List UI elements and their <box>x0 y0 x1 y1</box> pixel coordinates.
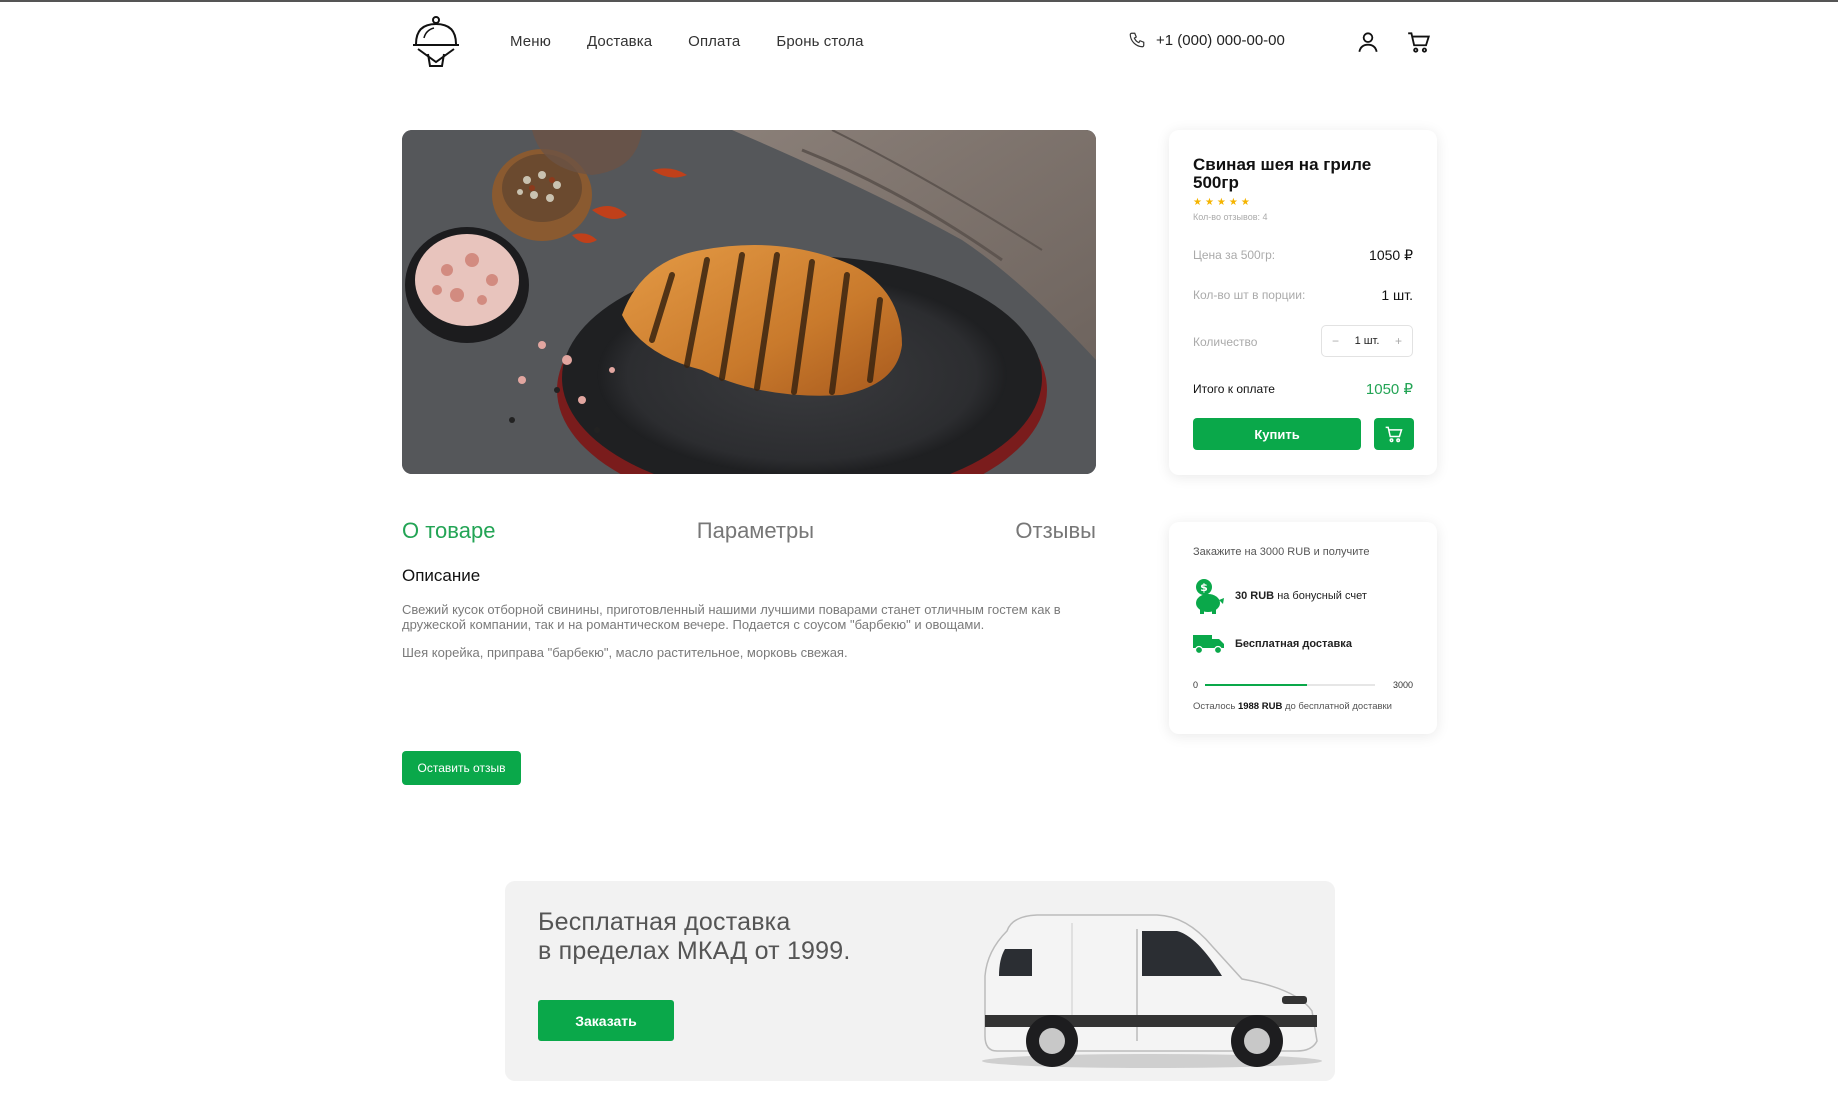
nav-payment[interactable]: Оплата <box>688 33 740 50</box>
nav-table-booking[interactable]: Бронь стола <box>776 33 863 50</box>
truck-icon <box>1193 635 1224 655</box>
cart-icon[interactable] <box>1406 29 1432 55</box>
progress-min: 0 <box>1193 680 1199 690</box>
bonus-points-row: $ 30 RUB на бонусный счет <box>1193 578 1367 614</box>
progress-bar <box>1205 684 1375 686</box>
nav-delivery[interactable]: Доставка <box>587 33 652 50</box>
quantity-value: 1 шт. <box>1354 335 1380 347</box>
portion-label: Кол-во шт в порции: <box>1193 288 1306 302</box>
cart-icon <box>1385 426 1403 443</box>
remaining-text: Осталось 1988 RUB до бесплатной доставки <box>1193 701 1392 712</box>
description-text: Свежий кусок отборной свинины, приготовл… <box>402 602 1061 632</box>
phone-link[interactable]: +1 (000) 000-00-00 <box>1128 31 1285 49</box>
phone-icon <box>1129 32 1145 48</box>
phone-number: +1 (000) 000-00-00 <box>1156 31 1285 49</box>
main-nav: Меню Доставка Оплата Бронь стола <box>510 33 900 50</box>
bonus-heading: Закажите на 3000 RUB и получите <box>1193 546 1370 558</box>
tab-reviews[interactable]: Отзывы <box>1015 518 1096 544</box>
banner-line-1: Бесплатная доставка <box>538 908 791 936</box>
bonus-card: Закажите на 3000 RUB и получите $ 30 RUB… <box>1169 522 1437 734</box>
tab-about[interactable]: О товаре <box>402 518 495 544</box>
buy-button[interactable]: Купить <box>1193 418 1361 450</box>
quantity-minus-button[interactable]: − <box>1332 334 1339 348</box>
product-title: Свиная шея на гриле 500гр <box>1193 155 1372 192</box>
delivery-banner: Бесплатная доставка в пределах МКАД от 1… <box>505 881 1335 1081</box>
product-photo <box>402 130 1096 474</box>
total-value: 1050 ₽ <box>1365 381 1413 398</box>
user-icon[interactable] <box>1355 29 1381 55</box>
banner-line-2: в пределах МКАД от 1999. <box>538 937 851 965</box>
remaining-amount: 1988 RUB <box>1237 701 1283 712</box>
top-border <box>0 0 1838 2</box>
reviews-count: Кол-во отзывов: 4 <box>1193 212 1268 222</box>
buy-card: Свиная шея на гриле 500гр ★★★★★ Кол-во о… <box>1169 130 1437 475</box>
product-tabs: О товаре Параметры Отзывы <box>402 518 1096 544</box>
quantity-label: Количество <box>1193 335 1258 349</box>
total-label: Итого к оплате <box>1193 382 1275 396</box>
remaining-suffix: до бесплатной доставки <box>1284 701 1392 712</box>
piggy-bank-icon: $ <box>1196 579 1224 614</box>
portion-value: 1 шт. <box>1381 287 1413 303</box>
free-delivery-text: Бесплатная доставка <box>1235 638 1352 650</box>
bonus-text: на бонусный счет <box>1277 590 1367 602</box>
free-delivery-row: Бесплатная доставка <box>1193 633 1352 655</box>
remaining-prefix: Осталось <box>1193 701 1236 712</box>
nav-menu[interactable]: Меню <box>510 33 551 50</box>
ingredients-text: Шея корейка, приправа "барбекю", масло р… <box>402 645 848 660</box>
order-button[interactable]: Заказать <box>538 1000 674 1041</box>
quantity-stepper: − 1 шт. + <box>1321 325 1413 357</box>
leave-review-button[interactable]: Оставить отзыв <box>402 751 521 785</box>
progress-fill <box>1205 684 1307 686</box>
bonus-amount: 30 RUB <box>1235 590 1275 602</box>
svg-text:$: $ <box>1200 581 1208 594</box>
rating-stars: ★★★★★ <box>1193 197 1253 208</box>
description-title: Описание <box>402 566 481 585</box>
tab-parameters[interactable]: Параметры <box>697 518 814 544</box>
progress-max: 3000 <box>1392 680 1413 690</box>
cloche-logo-icon[interactable] <box>410 14 462 70</box>
quantity-plus-button[interactable]: + <box>1395 334 1402 348</box>
price-value: 1050 ₽ <box>1369 247 1413 263</box>
delivery-van-image <box>982 914 1322 1068</box>
price-label: Цена за 500гр: <box>1193 248 1276 262</box>
add-to-cart-button[interactable] <box>1374 418 1414 450</box>
